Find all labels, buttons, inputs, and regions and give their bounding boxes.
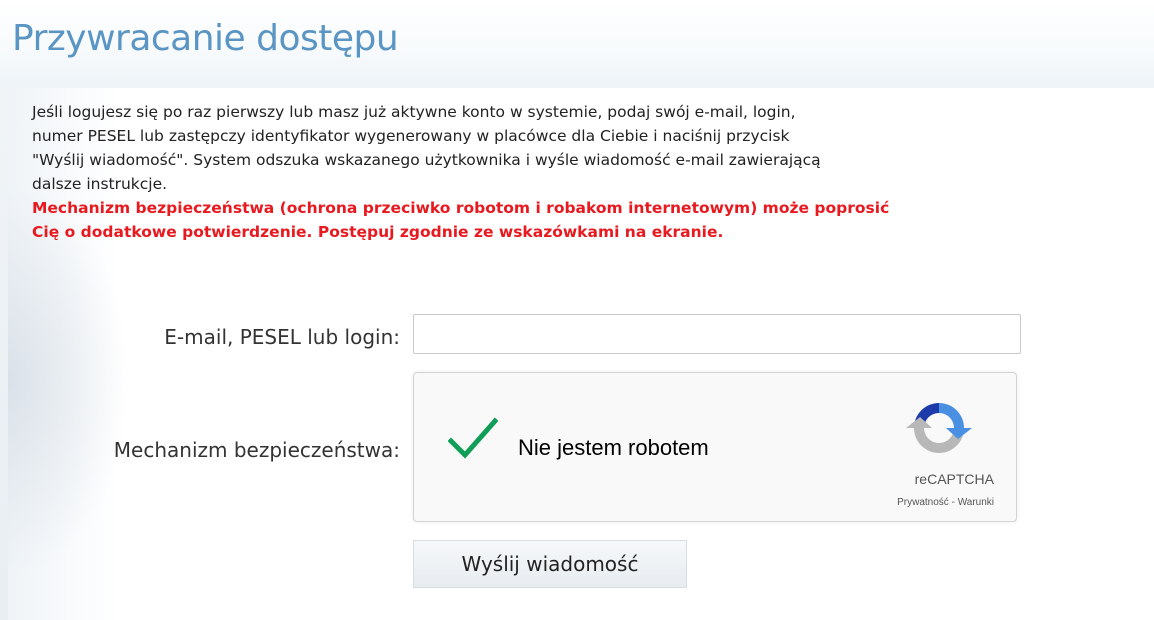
left-edge-decoration <box>0 88 8 620</box>
security-warning: Mechanizm bezpieczeństwa (ochrona przeci… <box>32 196 1154 244</box>
email-label: E-mail, PESEL lub login: <box>164 325 400 349</box>
recaptcha-widget: Nie jestem robotem reCAPTCHA Prywatność … <box>413 372 1017 522</box>
terms-link[interactable]: Warunki <box>958 497 994 508</box>
security-label: Mechanizm bezpieczeństwa: <box>113 438 400 462</box>
intro-line: "Wyślij wiadomość". System odszuka wskaz… <box>32 151 821 169</box>
recaptcha-label[interactable]: Nie jestem robotem <box>518 435 709 461</box>
intro-text: Jeśli logujesz się po raz pierwszy lub m… <box>32 100 1154 196</box>
intro-line: dalsze instrukcje. <box>32 175 168 193</box>
recaptcha-brand: reCAPTCHA <box>914 471 994 487</box>
email-input[interactable] <box>413 314 1021 354</box>
intro-line: numer PESEL lub zastępczy identyfikator … <box>32 127 790 145</box>
send-message-button[interactable]: Wyślij wiadomość <box>413 540 687 588</box>
recaptcha-logo-icon <box>906 395 972 461</box>
privacy-link[interactable]: Prywatność <box>897 497 949 508</box>
page-title: Przywracanie dostępu <box>12 18 399 59</box>
intro-line: Jeśli logujesz się po raz pierwszy lub m… <box>32 103 796 121</box>
warning-line: Mechanizm bezpieczeństwa (ochrona przeci… <box>32 199 890 217</box>
page: Przywracanie dostępu Jeśli logujesz się … <box>0 0 1154 620</box>
recaptcha-links: Prywatność - Warunki <box>897 497 994 508</box>
warning-line: Cię o dodatkowe potwierdzenie. Postępuj … <box>32 223 724 241</box>
checkmark-icon[interactable] <box>447 417 499 461</box>
links-separator: - <box>948 497 958 508</box>
